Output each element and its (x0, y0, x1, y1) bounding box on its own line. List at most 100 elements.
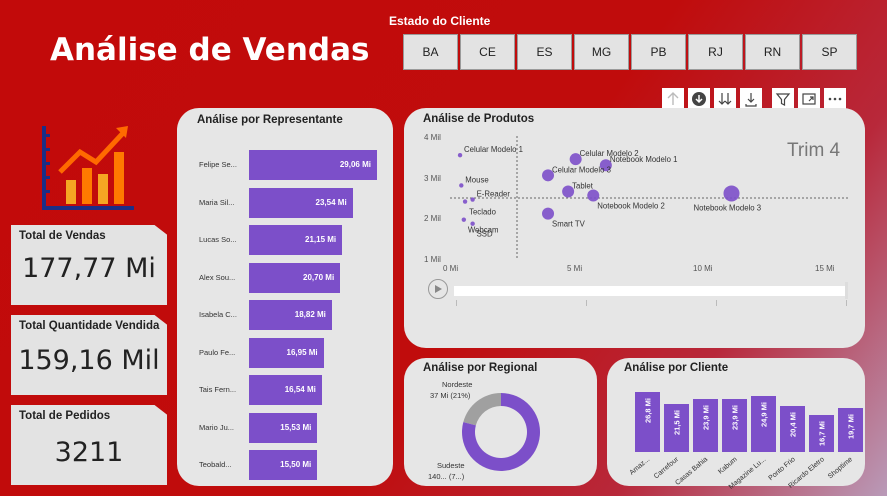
kpi-value: 159,16 Mil (18, 345, 160, 376)
representante-row[interactable]: Mario Ju... 15,53 Mi (177, 412, 387, 443)
scatter-point[interactable] (723, 185, 740, 202)
cliente-bar[interactable]: 16,7 Mi (809, 414, 834, 452)
play-axis-track[interactable] (454, 286, 847, 296)
representante-row[interactable]: Paulo Fe... 16,95 Mi (177, 337, 387, 368)
representante-bar[interactable]: 16,95 Mi (249, 337, 324, 368)
representante-row[interactable]: Alex Sou... 20,70 Mi (177, 262, 387, 293)
filter-icon[interactable] (772, 88, 794, 110)
scatter-point[interactable] (462, 199, 468, 204)
donut-label: 140... (7...) (428, 472, 465, 481)
representante-name: Tais Fern... (199, 385, 237, 394)
bar-value-label: 26,8 Mi (643, 397, 652, 424)
kpi-value: 177,77 Mi (22, 253, 156, 284)
representante-title: Análise por Representante (197, 114, 343, 126)
representante-bar[interactable]: 15,50 Mi (249, 450, 318, 480)
representante-bar[interactable]: 23,54 Mi (249, 187, 353, 218)
state-button-es[interactable]: ES (517, 34, 572, 70)
representante-bar[interactable]: 21,15 Mi (249, 225, 343, 255)
bar-value-label: 21,5 Mi (672, 409, 681, 435)
cliente-card: Análise por Cliente 26,8 Mi 21,5 Mi 23,9 M… (607, 358, 865, 491)
representante-row[interactable]: Lucas So... 21,15 Mi (177, 225, 387, 255)
bar-value-label: 16,95 Mi (286, 347, 318, 357)
state-filter: BA CE ES MG PB RJ RN SP (403, 34, 857, 70)
state-button-ba[interactable]: BA (403, 34, 458, 70)
scatter-point-label: Tablet (572, 181, 594, 190)
drill-down-icon[interactable] (688, 88, 710, 110)
representante-row[interactable]: Maria Sil... 23,54 Mi (177, 187, 387, 218)
representante-bar[interactable]: 18,82 Mi (249, 300, 332, 330)
scatter-point-label: Mouse (465, 175, 488, 184)
scatter-point[interactable] (470, 221, 475, 226)
cliente-axis-label: Carrefour (653, 456, 681, 481)
x-tick-label: 15 Mi (815, 264, 835, 273)
cliente-bar[interactable]: 24,9 Mi (751, 396, 776, 452)
bar-value-label: 21,15 Mi (305, 235, 337, 244)
representante-row[interactable]: Felipe Se... 29,06 Mi (177, 150, 387, 180)
produtos-scatter-chart: 4 Mil 3 Mil 2 Mil 1 Mil 0 Mi 5 Mi 10 Mi … (424, 133, 849, 273)
scatter-point[interactable] (542, 207, 555, 220)
representante-name: Maria Sil... (199, 197, 235, 207)
page-title: Análise de Vendas (50, 32, 370, 68)
state-button-rn[interactable]: RN (745, 34, 800, 70)
kpi-total-quantidade: Total Quantidade Vendida 159,16 Mil (11, 315, 167, 395)
scatter-point[interactable] (470, 197, 475, 202)
scatter-point-label: Notebook Modelo 2 (597, 201, 665, 210)
cliente-title: Análise por Cliente (624, 362, 729, 374)
bar-value-label: 19,7 Mi (846, 413, 855, 439)
x-tick-label: 0 Mi (443, 264, 458, 273)
play-axis-tick (586, 300, 587, 306)
state-button-sp[interactable]: SP (802, 34, 857, 70)
representante-bar[interactable]: 20,70 Mi (249, 262, 341, 293)
cliente-axis-label: Kabum (717, 456, 739, 476)
scatter-point-label: Celular Modelo 2 (580, 149, 639, 158)
bar-value-label: 23,9 Mi (730, 404, 739, 430)
y-tick-label: 2 Mil (424, 214, 441, 223)
cliente-bar[interactable]: 19,7 Mi (838, 407, 863, 452)
more-options-icon[interactable] (824, 88, 846, 110)
cliente-bar[interactable]: 20,4 Mi (780, 406, 805, 452)
scatter-point[interactable] (461, 217, 467, 222)
state-button-rj[interactable]: RJ (688, 34, 743, 70)
scatter-point[interactable] (587, 189, 600, 202)
bar-value-label: 29,06 Mi (339, 160, 371, 169)
representante-name: Paulo Fe... (199, 347, 236, 357)
kpi-label: Total de Pedidos (19, 410, 111, 422)
bar-value-label: 15,50 Mi (280, 460, 312, 469)
kpi-label: Total de Vendas (19, 230, 106, 242)
representante-name: Felipe Se... (199, 160, 237, 169)
focus-mode-icon[interactable] (798, 88, 820, 110)
drill-up-icon[interactable] (662, 88, 684, 110)
donut-label: Sudeste (437, 461, 465, 470)
expand-all-icon[interactable] (714, 88, 736, 110)
y-tick-label: 1 Mil (424, 255, 441, 264)
x-tick-label: 10 Mi (693, 264, 713, 273)
cliente-bar[interactable]: 26,8 Mi (635, 392, 660, 452)
representante-name: Lucas So... (199, 235, 237, 244)
play-axis-handle[interactable] (845, 282, 848, 299)
representante-bar[interactable]: 15,53 Mi (249, 412, 318, 443)
representante-row[interactable]: Isabela C... 18,82 Mi (177, 300, 387, 330)
representante-row[interactable]: Teobald... 15,50 Mi (177, 450, 387, 480)
scatter-point[interactable] (457, 152, 463, 158)
bar-value-label: 23,9 Mi (701, 404, 710, 430)
state-button-pb[interactable]: PB (631, 34, 686, 70)
state-button-mg[interactable]: MG (574, 34, 629, 70)
representante-row[interactable]: Tais Fern... 16,54 Mi (177, 375, 387, 405)
scatter-point-label: E-Reader (477, 190, 511, 199)
bar-value-label: 20,70 Mi (303, 272, 335, 282)
cliente-bar[interactable]: 21,5 Mi (664, 403, 689, 452)
play-icon[interactable] (428, 279, 448, 299)
bar-value-label: 24,9 Mi (759, 402, 768, 428)
bar-value-label: 18,82 Mi (294, 310, 326, 319)
cliente-bar[interactable]: 23,9 Mi (722, 398, 747, 452)
representante-bar[interactable]: 16,54 Mi (249, 375, 322, 405)
representante-card: Análise por Representante Felipe Se... 29… (177, 108, 393, 486)
bar-value-label: 23,54 Mi (315, 197, 347, 207)
representante-bar[interactable]: 29,06 Mi (249, 150, 377, 180)
expand-next-icon[interactable] (740, 88, 762, 110)
state-button-ce[interactable]: CE (460, 34, 515, 70)
representante-name: Alex Sou... (199, 272, 236, 282)
cliente-bar[interactable]: 23,9 Mi (693, 398, 718, 452)
scatter-point[interactable] (459, 183, 464, 188)
sales-chart-logo (38, 122, 136, 214)
